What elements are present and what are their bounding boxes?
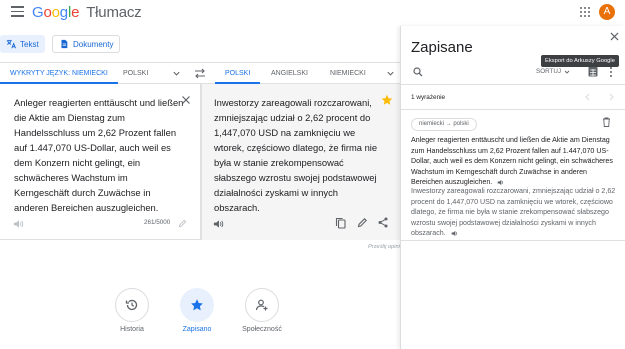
- sort-button[interactable]: SORTUJ: [536, 68, 570, 75]
- target-lang-english-tab[interactable]: ANGIELSKI: [271, 63, 308, 84]
- divider: [401, 240, 625, 241]
- star-saved-icon[interactable]: [381, 94, 393, 106]
- swap-languages-icon[interactable]: [194, 68, 206, 79]
- target-lang-german-tab[interactable]: NIEMIECKI: [330, 63, 366, 84]
- saved-circle: [180, 288, 214, 322]
- avatar[interactable]: A: [599, 4, 615, 20]
- target-lang-polish-tab[interactable]: POLSKI: [215, 63, 261, 84]
- star-icon: [191, 299, 203, 311]
- apps-grid-icon[interactable]: [580, 7, 590, 17]
- text-mode-label: Tekst: [20, 39, 39, 49]
- sort-label: SORTUJ: [536, 68, 562, 75]
- chevron-down-icon: [564, 70, 570, 74]
- delete-icon[interactable]: [602, 117, 611, 127]
- clear-text-icon[interactable]: [181, 95, 191, 105]
- history-circle: [115, 288, 149, 322]
- text-mode-button[interactable]: Tekst: [0, 35, 45, 53]
- saved-panel-title: Zapisane: [411, 39, 473, 56]
- history-label: Historia: [120, 326, 144, 333]
- logo-letter: e: [71, 4, 80, 21]
- edit-translation-icon[interactable]: [357, 217, 368, 228]
- source-panel: Anleger reagierten enttäuscht und ließen…: [0, 84, 200, 240]
- product-name: Tłumacz: [86, 4, 142, 21]
- handwriting-icon[interactable]: [178, 219, 187, 228]
- saved-label: Zapisano: [182, 326, 212, 333]
- translate-icon: [6, 39, 16, 49]
- close-icon[interactable]: [610, 32, 619, 41]
- saved-nav-button[interactable]: Zapisano: [167, 288, 227, 333]
- saved-entry[interactable]: niemiecki → polski Anleger reagierten en…: [401, 110, 625, 240]
- language-bar: WYKRYTY JĘZYK: NIEMIECKI POLSKI POLSKI A…: [0, 62, 400, 84]
- chevron-right-icon[interactable]: [608, 93, 615, 101]
- chevron-left-icon[interactable]: [584, 93, 591, 101]
- listen-icon[interactable]: [451, 230, 459, 237]
- history-nav-button[interactable]: Historia: [102, 288, 162, 333]
- send-feedback-link[interactable]: Prześlij opinię: [368, 244, 403, 250]
- history-icon: [125, 299, 138, 311]
- saved-source-content: Anleger reagierten enttäuscht und ließen…: [411, 136, 613, 187]
- target-panel: Inwestorzy zareagowali rozczarowani, zmn…: [202, 84, 400, 240]
- document-icon: [61, 39, 68, 49]
- export-sheets-icon[interactable]: [588, 66, 598, 77]
- app-logo[interactable]: Google Tłumacz: [32, 4, 142, 21]
- source-lang-detected-tab[interactable]: WYKRYTY JĘZYK: NIEMIECKI: [0, 63, 118, 84]
- community-circle: [245, 288, 279, 322]
- documents-mode-label: Dokumenty: [73, 39, 114, 49]
- phrase-count: 1 wyrażenie: [411, 94, 446, 101]
- top-bar: Google Tłumacz A: [0, 0, 625, 26]
- community-nav-button[interactable]: Społeczność: [232, 288, 292, 333]
- listen-source-icon[interactable]: [13, 219, 24, 229]
- saved-target-content: Inwestorzy zareagowali rozczarowani, zmn…: [411, 187, 616, 238]
- saved-source-text: Anleger reagierten enttäuscht und ließen…: [411, 135, 616, 188]
- community-icon: [255, 299, 268, 311]
- search-icon[interactable]: [413, 67, 423, 77]
- language-pair-chip: niemiecki → polski: [411, 118, 477, 131]
- logo-letter: g: [59, 4, 68, 21]
- saved-target-text: Inwestorzy zareagowali rozczarowani, zmn…: [411, 186, 616, 239]
- divider: [401, 84, 625, 85]
- source-lang-polish-tab[interactable]: POLSKI: [123, 63, 148, 84]
- chevron-down-icon[interactable]: [386, 69, 395, 78]
- logo-letter: o: [43, 4, 52, 21]
- character-count: 261/5000: [144, 219, 171, 226]
- more-options-icon[interactable]: [610, 67, 613, 77]
- copy-icon[interactable]: [335, 217, 346, 229]
- source-text-input[interactable]: Anleger reagierten enttäuscht und ließen…: [14, 95, 184, 215]
- community-label: Społeczność: [242, 326, 282, 333]
- translate-app: Google Tłumacz A Tekst Dokumenty WYKRYTY…: [0, 0, 625, 349]
- chevron-down-icon[interactable]: [172, 69, 181, 78]
- logo-letter: o: [51, 4, 60, 21]
- listen-icon[interactable]: [497, 179, 505, 186]
- logo-letter: G: [32, 4, 44, 21]
- listen-translation-icon[interactable]: [213, 219, 224, 229]
- share-icon[interactable]: [378, 217, 388, 228]
- saved-panel: Zapisane Eksport do Arkuszy Google SORTU…: [400, 26, 625, 349]
- documents-mode-button[interactable]: Dokumenty: [52, 35, 121, 53]
- translation-output: Inwestorzy zareagowali rozczarowani, zmn…: [214, 97, 378, 213]
- export-tooltip: Eksport do Arkuszy Google: [541, 55, 619, 67]
- hamburger-menu-icon[interactable]: [11, 6, 24, 17]
